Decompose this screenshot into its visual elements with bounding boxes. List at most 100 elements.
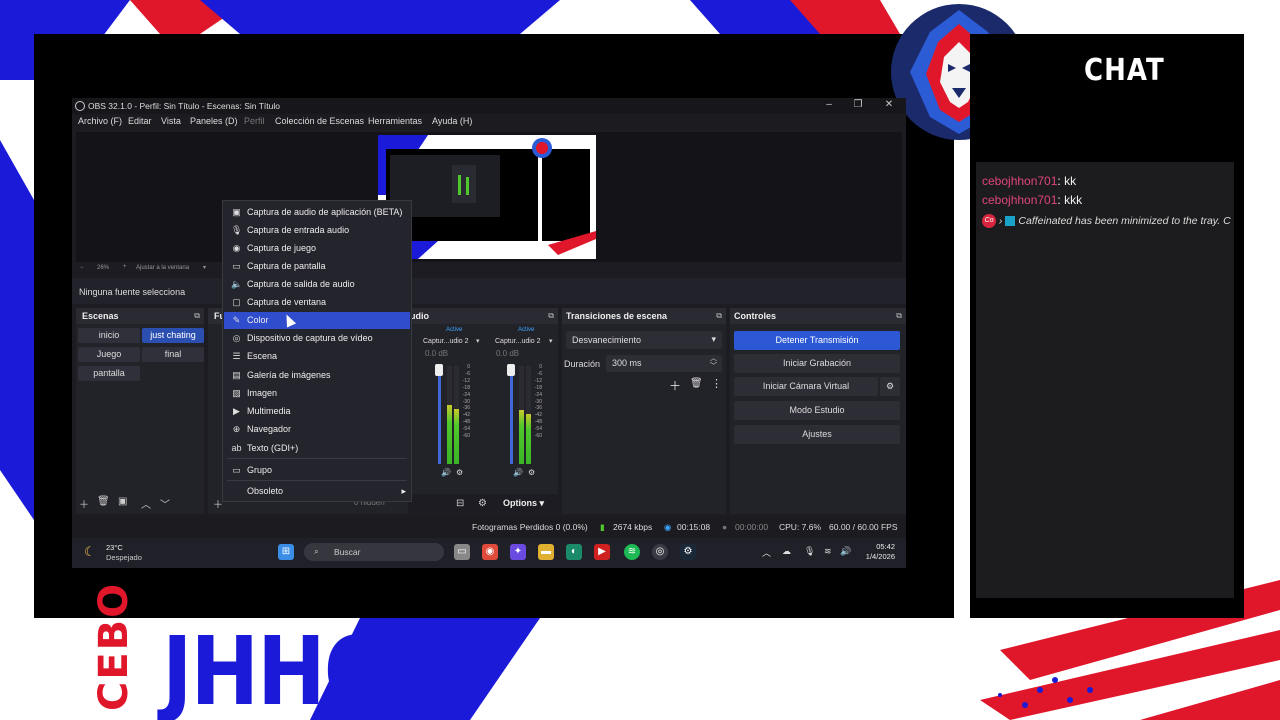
weather-icon[interactable]: ☾	[84, 544, 96, 560]
weather-desc[interactable]: Despejado	[106, 553, 142, 562]
menu-editar[interactable]: Editar	[128, 116, 152, 126]
volume-icon[interactable]: 🔊	[840, 546, 851, 557]
settings-icon[interactable]: ⚙	[456, 468, 463, 477]
meter-fill	[447, 405, 452, 464]
obs-icon[interactable]: ◎	[652, 544, 668, 560]
menu-item-window-capture[interactable]: ▢ Captura de ventana	[224, 294, 410, 311]
more-icon[interactable]: ⋮	[711, 377, 722, 390]
steam-icon[interactable]: ⚙	[680, 544, 696, 560]
chat-system-message: Co › Caffeinated has been minimized to th…	[982, 214, 1231, 228]
menu-item-video-device[interactable]: ◎ Dispositivo de captura de vídeo	[224, 330, 410, 347]
transition-select[interactable]: Desvanecimiento ▾	[566, 331, 722, 349]
add-scene-icon[interactable]: ＋	[79, 496, 89, 511]
scene-pantalla[interactable]: pantalla	[78, 366, 140, 381]
camera-icon: ◎	[232, 333, 241, 343]
settings-icon[interactable]: ⚙	[528, 468, 535, 477]
studio-mode-button[interactable]: Modo Estudio	[734, 401, 900, 420]
menu-item-browser[interactable]: ⊕ Navegador	[224, 421, 410, 438]
menu-ayuda[interactable]: Ayuda (H)	[432, 116, 472, 126]
menu-item-screen-capture[interactable]: ▭ Captura de pantalla	[224, 258, 410, 275]
volume-knob[interactable]	[507, 364, 515, 376]
mixer-layout-icon[interactable]: ⊟	[456, 498, 464, 509]
volume-slider[interactable]	[438, 368, 441, 464]
start-recording-button[interactable]: Iniciar Grabación	[734, 354, 900, 373]
channel-menu-icon[interactable]: ▾	[549, 337, 553, 345]
menu-item-color[interactable]: ✎ Color	[224, 312, 410, 329]
close-icon[interactable]: ✕	[882, 99, 896, 110]
popout-icon[interactable]: ⧉	[194, 311, 200, 321]
remove-scene-icon[interactable]: 🗑	[97, 496, 110, 507]
settings-button[interactable]: Ajustes	[734, 425, 900, 444]
popout-icon[interactable]: ⧉	[716, 311, 722, 321]
chat-username[interactable]: cebojhhon701	[982, 174, 1057, 188]
menu-item-scene[interactable]: ☰ Escena	[224, 348, 410, 365]
wifi-icon[interactable]: ≋	[824, 546, 832, 557]
menu-item-group[interactable]: ▭ Grupo	[224, 462, 410, 479]
preview-canvas[interactable]	[76, 132, 902, 262]
zoom-in-icon[interactable]: +	[123, 264, 127, 270]
spotify-icon[interactable]: ≋	[624, 544, 640, 560]
menu-paneles[interactable]: Paneles (D)	[190, 116, 238, 126]
scene-just-chating[interactable]: just chating	[142, 328, 204, 343]
options-button[interactable]: Options ▾	[503, 498, 544, 509]
microphone-icon[interactable]: 🎙	[804, 546, 815, 557]
remove-transition-icon[interactable]: 🗑	[690, 378, 703, 389]
mixer-advanced-icon[interactable]: ⚙	[478, 498, 487, 509]
menu-item-game-capture[interactable]: ◉ Captura de juego	[224, 240, 410, 257]
popout-icon[interactable]: ⧉	[896, 311, 902, 321]
youtube-icon[interactable]: ▶	[594, 544, 610, 560]
spinner-icon[interactable]: ︿ ﹀	[710, 355, 717, 371]
popout-icon[interactable]: ⧉	[548, 311, 554, 321]
menu-item-text[interactable]: ab Texto (GDI+)	[224, 440, 410, 457]
speaker-icon[interactable]: 🔊	[513, 468, 523, 477]
start-icon[interactable]: ⊞	[278, 544, 294, 560]
virtual-camera-settings-icon[interactable]: ⚙	[880, 377, 900, 396]
restore-icon[interactable]: ❐	[851, 99, 865, 110]
menu-perfil[interactable]: Perfil	[244, 116, 265, 126]
scene-filter-icon[interactable]: ▣	[118, 496, 127, 507]
folder-icon[interactable]: ▬	[538, 544, 554, 560]
stop-streaming-button[interactable]: Detener Transmisión	[734, 331, 900, 350]
menu-item-audio-output[interactable]: 🔈 Captura de salida de audio	[224, 276, 410, 293]
menu-item-slideshow[interactable]: ▤ Galería de imágenes	[224, 367, 410, 384]
move-up-icon[interactable]: ︿	[141, 496, 151, 511]
move-down-icon[interactable]: ﹀	[160, 496, 170, 511]
menu-item-audio-input[interactable]: 🎙 Captura de entrada audio	[224, 222, 410, 239]
menu-item-deprecated[interactable]: Obsoleto ▸	[224, 483, 410, 500]
menu-item-image[interactable]: ▨ Imagen	[224, 385, 410, 402]
chrome-icon[interactable]: ◉	[482, 544, 498, 560]
dock-header: Transiciones de escena ⧉	[562, 308, 726, 324]
menu-item-media[interactable]: ▶ Multimedia	[224, 403, 410, 420]
start-virtual-camera-button[interactable]: Iniciar Cámara Virtual	[734, 377, 878, 396]
menu-vista[interactable]: Vista	[161, 116, 181, 126]
scene-juego[interactable]: Juego	[78, 347, 140, 362]
chat-username[interactable]: cebojhhon701	[982, 193, 1057, 207]
menu-item-app-audio[interactable]: ▣ Captura de audio de aplicación (BETA)	[224, 204, 410, 221]
zoom-fit[interactable]: Ajustar a la ventana	[136, 265, 189, 271]
volume-slider[interactable]	[510, 368, 513, 464]
add-transition-icon[interactable]: ＋	[669, 377, 681, 394]
menu-herramientas[interactable]: Herramientas	[368, 116, 422, 126]
scene-inicio[interactable]: inicio	[78, 328, 140, 343]
info-icon	[1005, 216, 1016, 226]
menu-archivo[interactable]: Archivo (F)	[78, 116, 122, 126]
onedrive-icon[interactable]: ☁	[782, 546, 791, 557]
zoom-dropdown-icon[interactable]: ▾	[203, 264, 206, 271]
copilot-icon[interactable]: ✦	[510, 544, 526, 560]
zoom-out-icon[interactable]: −	[80, 265, 84, 271]
minimize-icon[interactable]: –	[822, 99, 836, 110]
scene-final[interactable]: final	[142, 347, 204, 362]
volume-knob[interactable]	[435, 364, 443, 376]
file-explorer-icon[interactable]: ▭	[454, 544, 470, 560]
edge-icon[interactable]: ◐	[566, 544, 582, 560]
weather-temp[interactable]: 23°C	[106, 543, 123, 552]
tray-chevron-icon[interactable]: ︿	[762, 546, 771, 559]
fps: 60.00 / 60.00 FPS	[829, 522, 898, 532]
duration-input[interactable]: 300 ms ︿ ﹀	[606, 355, 722, 372]
record-icon: ●	[722, 522, 728, 532]
menu-coleccion[interactable]: Colección de Escenas	[275, 116, 364, 126]
speaker-icon[interactable]: 🔊	[441, 468, 451, 477]
search-box[interactable]: ⌕ Buscar	[304, 543, 444, 561]
channel-menu-icon[interactable]: ▾	[476, 337, 480, 345]
clock[interactable]: 05:42 1/4/2026	[859, 542, 895, 562]
